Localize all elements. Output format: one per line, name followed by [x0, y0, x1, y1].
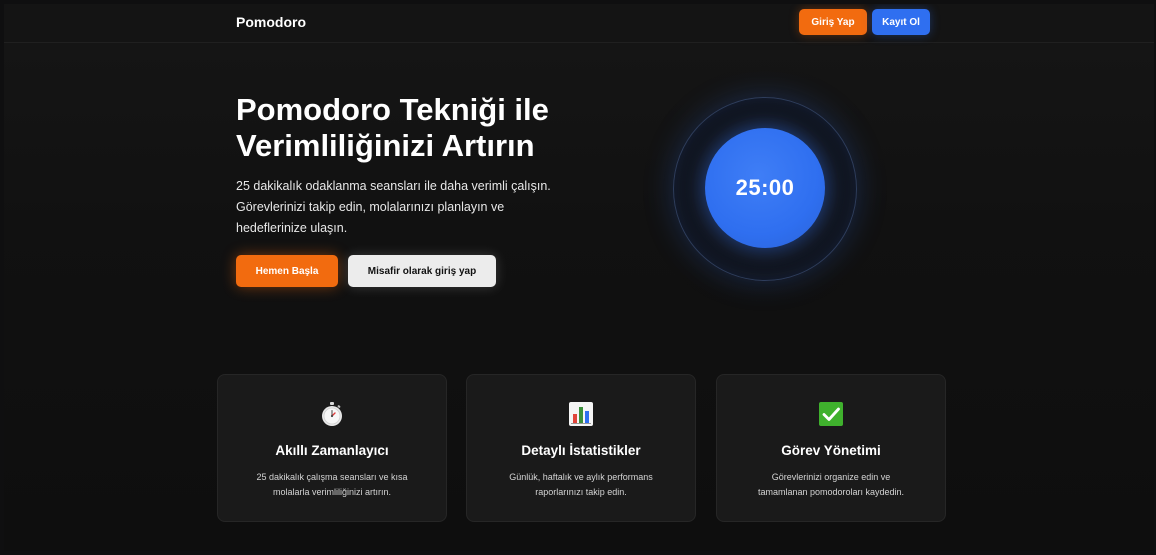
feature-description: Günlük, haftalık ve aylık performans rap…	[481, 470, 681, 500]
feature-description: Görevlerinizi organize edin ve tamamlana…	[731, 470, 931, 500]
timer-display: 25:00	[705, 128, 825, 248]
hero-title: Pomodoro Tekniği ile Verimliliğinizi Art…	[236, 92, 656, 164]
feature-description-line: 25 dakikalık çalışma seansları ve kısa	[256, 472, 408, 482]
feature-title: Detaylı İstatistikler	[521, 443, 641, 458]
hero-description-line: Görevlerinizi takip edin, molalarınızı p…	[236, 200, 505, 214]
feature-card-tasks: Görev Yönetimi Görevlerinizi organize ed…	[716, 374, 946, 522]
register-button[interactable]: Kayıt Ol	[872, 9, 930, 35]
check-mark-icon	[819, 402, 843, 426]
feature-card-timer: Akıllı Zamanlayıcı 25 dakikalık çalışma …	[217, 374, 447, 522]
feature-description: 25 dakikalık çalışma seansları ve kısa m…	[232, 470, 432, 500]
hero-title-line: Verimliliğinizi Artırın	[236, 128, 535, 163]
hero-description: 25 dakikalık odaklanma seansları ile dah…	[236, 176, 616, 239]
top-navbar: Pomodoro Giriş Yap Kayıt Ol	[4, 4, 1154, 43]
hero-description-line: 25 dakikalık odaklanma seansları ile dah…	[236, 179, 551, 193]
guest-login-button[interactable]: Misafir olarak giriş yap	[348, 255, 496, 287]
feature-card-statistics: Detaylı İstatistikler Günlük, haftalık v…	[466, 374, 696, 522]
stopwatch-icon	[322, 402, 342, 426]
hero-title-line: Pomodoro Tekniği ile	[236, 92, 549, 127]
feature-description-line: molalarla verimliliğinizi artırın.	[272, 487, 392, 497]
start-now-button[interactable]: Hemen Başla	[236, 255, 338, 287]
login-button[interactable]: Giriş Yap	[799, 9, 867, 35]
hero-description-line: hedeflerinize ulaşın.	[236, 221, 348, 235]
timer-value: 25:00	[735, 175, 795, 200]
brand-logo[interactable]: Pomodoro	[236, 14, 306, 30]
bar-chart-icon	[569, 402, 593, 426]
feature-description-line: raporlarınızı takip edin.	[535, 487, 627, 497]
page-frame: Pomodoro Giriş Yap Kayıt Ol Pomodoro Tek…	[4, 4, 1154, 551]
feature-description-line: Günlük, haftalık ve aylık performans	[509, 472, 653, 482]
feature-description-line: Görevlerinizi organize edin ve	[771, 472, 891, 482]
feature-title: Görev Yönetimi	[781, 443, 881, 458]
feature-title: Akıllı Zamanlayıcı	[275, 443, 389, 458]
feature-description-line: tamamlanan pomodoroları kaydedin.	[757, 487, 905, 497]
